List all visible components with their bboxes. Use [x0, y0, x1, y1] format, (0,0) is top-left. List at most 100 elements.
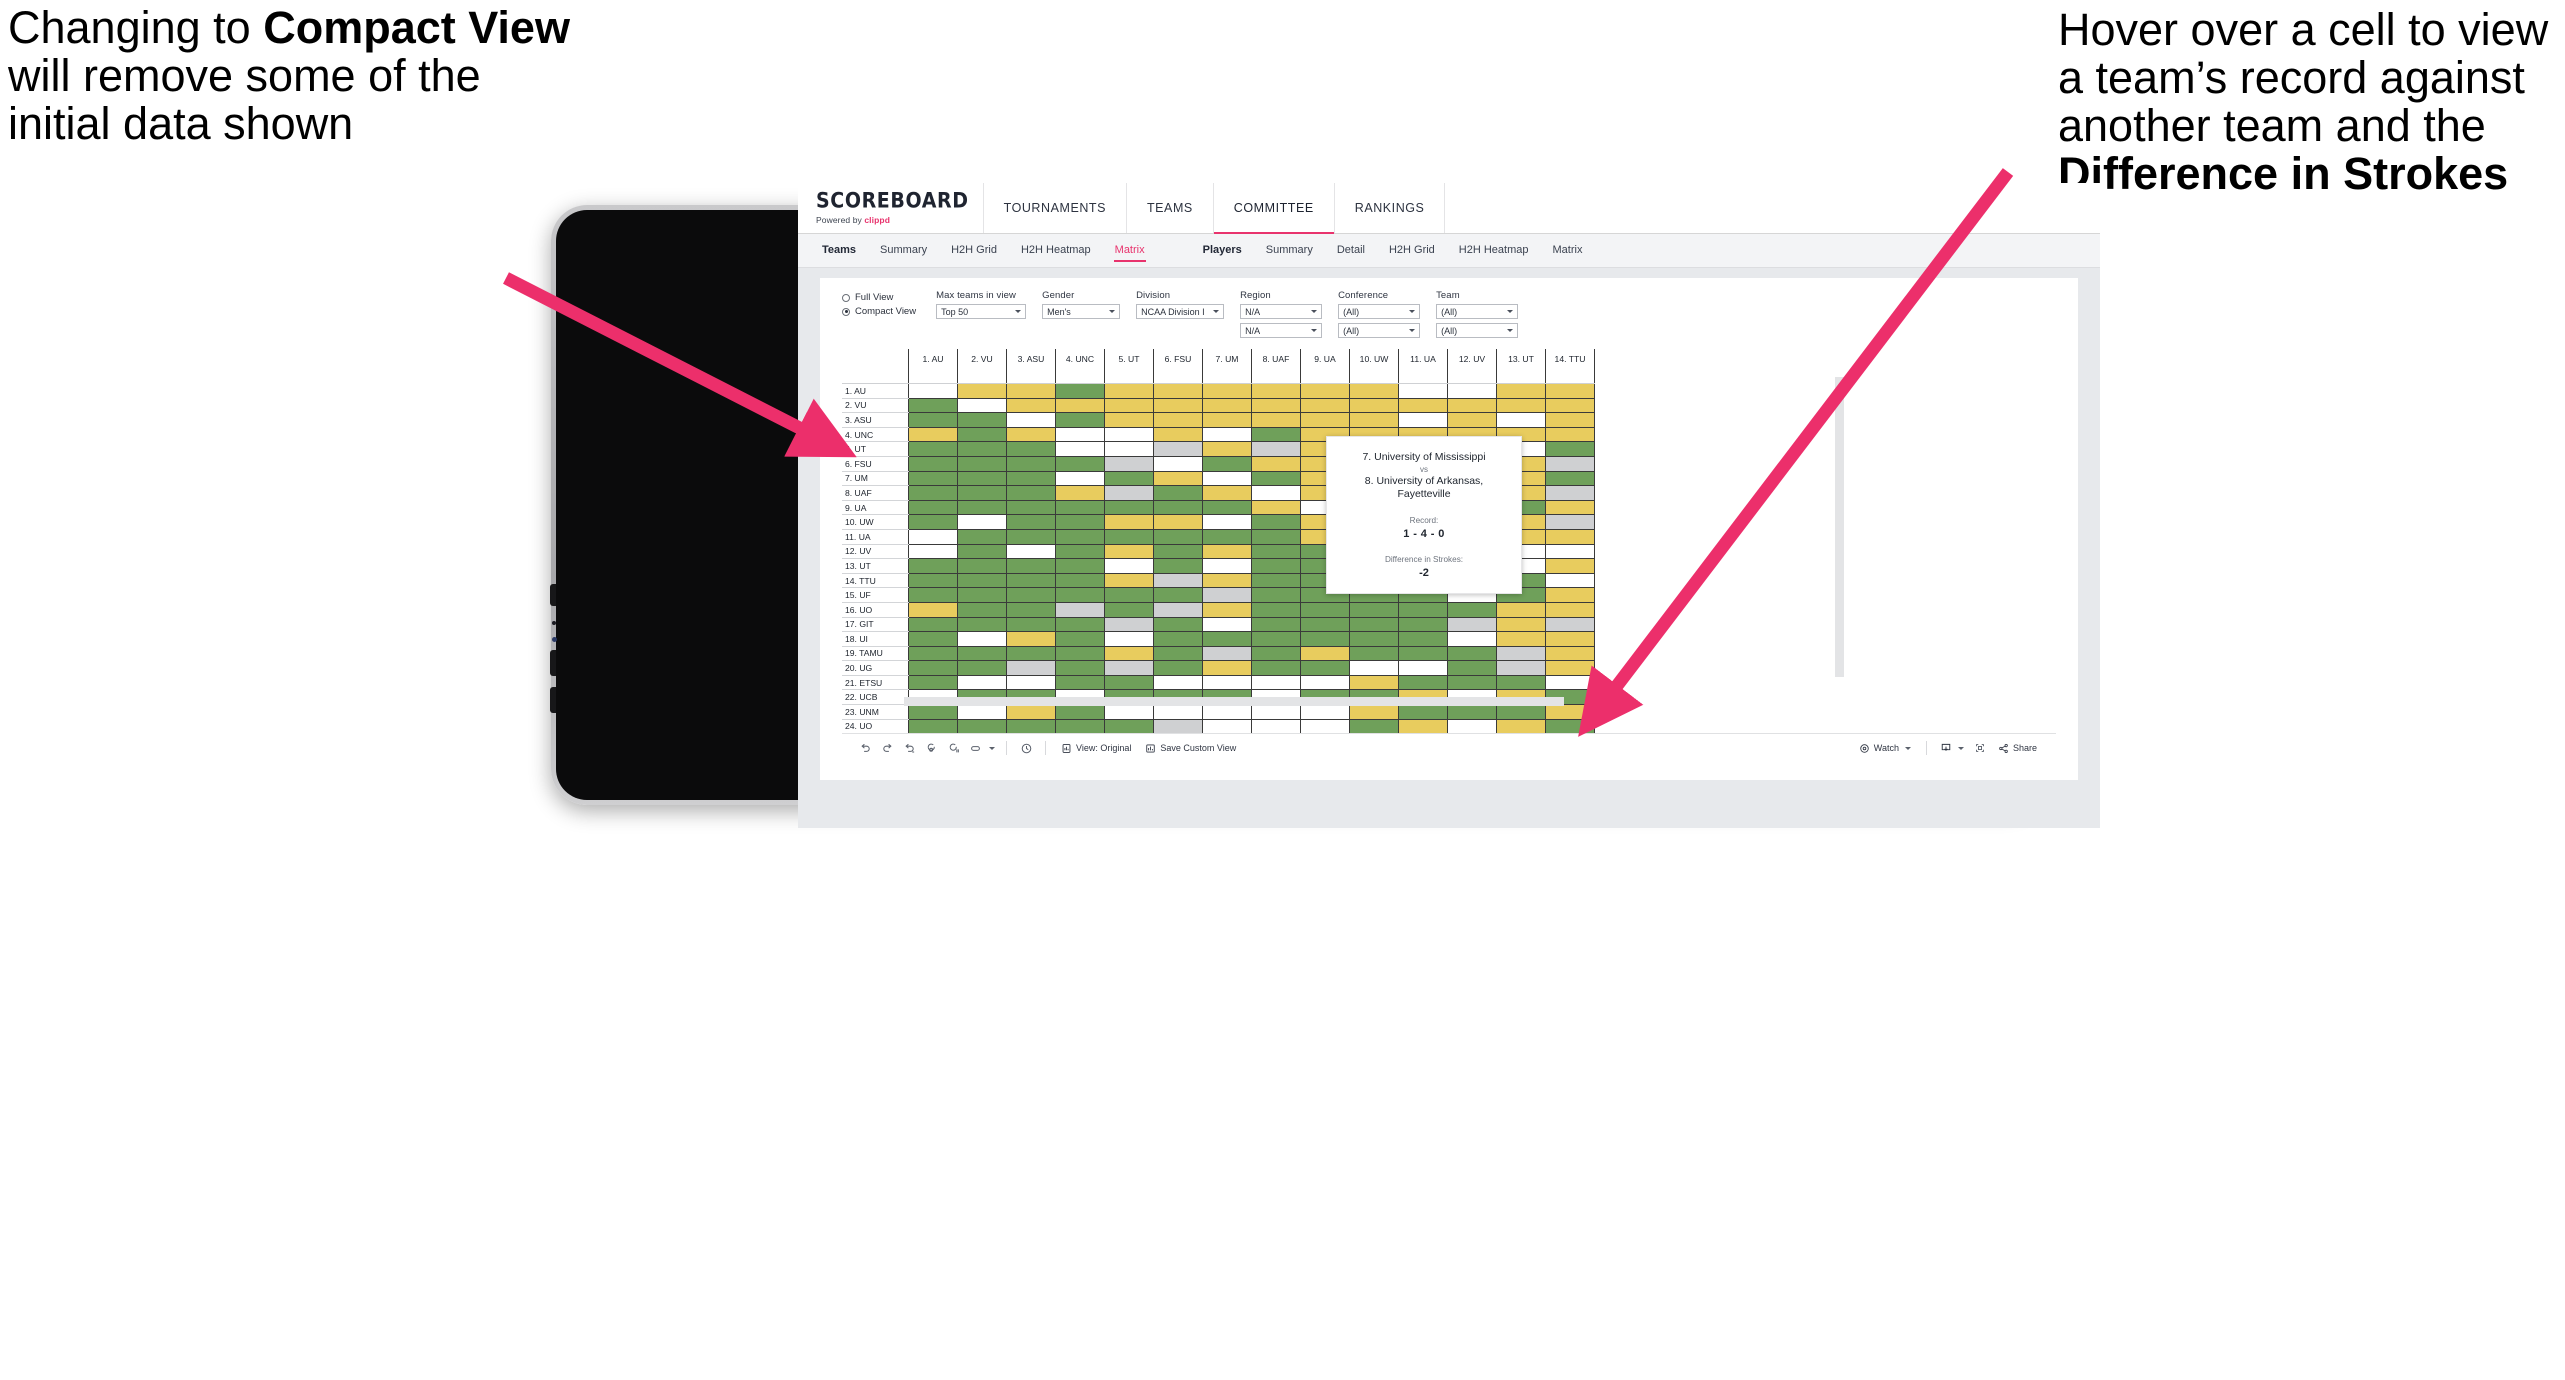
matrix-cell[interactable]: [1545, 704, 1595, 720]
division-select[interactable]: NCAA Division I: [1136, 304, 1225, 319]
matrix-cell[interactable]: [1251, 383, 1301, 399]
conference-select-2[interactable]: (All): [1338, 323, 1421, 338]
matrix-cell[interactable]: [908, 398, 958, 414]
clock-icon[interactable]: [1015, 738, 1037, 758]
matrix-cell[interactable]: [957, 441, 1007, 457]
matrix-row-header[interactable]: 17. GIT: [842, 617, 909, 633]
matrix-row-header[interactable]: 12. UV: [842, 544, 909, 560]
matrix-cell[interactable]: [1545, 427, 1595, 443]
matrix-cell[interactable]: [1006, 441, 1056, 457]
matrix-cell[interactable]: [1202, 500, 1252, 516]
matrix-cell[interactable]: [1545, 441, 1595, 457]
matrix-cell[interactable]: [1251, 617, 1301, 633]
matrix-cell[interactable]: [1104, 631, 1154, 647]
matrix-cell[interactable]: [1202, 631, 1252, 647]
matrix-cell[interactable]: [1153, 514, 1203, 530]
matrix-row-header[interactable]: 19. TAMU: [842, 646, 909, 662]
matrix-cell[interactable]: [1006, 500, 1056, 516]
matrix-cell[interactable]: [1545, 558, 1595, 574]
matrix-cell[interactable]: [1496, 675, 1546, 691]
matrix-cell[interactable]: [1202, 719, 1252, 735]
matrix-row-header[interactable]: 20. UG: [842, 660, 909, 676]
matrix-cell[interactable]: [1104, 660, 1154, 676]
matrix-cell[interactable]: [957, 558, 1007, 574]
matrix-cell[interactable]: [1251, 500, 1301, 516]
matrix-cell[interactable]: [1300, 398, 1350, 414]
matrix-cell[interactable]: [908, 602, 958, 618]
matrix-cell[interactable]: [1349, 704, 1399, 720]
matrix-cell[interactable]: [1055, 412, 1105, 428]
matrix-cell[interactable]: [1104, 412, 1154, 428]
matrix-cell[interactable]: [908, 617, 958, 633]
matrix-cell[interactable]: [1104, 573, 1154, 589]
matrix-cell[interactable]: [1006, 587, 1056, 603]
matrix-cell[interactable]: [1202, 514, 1252, 530]
matrix-cell[interactable]: [1251, 398, 1301, 414]
matrix-cell[interactable]: [1104, 471, 1154, 487]
matrix-cell[interactable]: [1349, 602, 1399, 618]
sub-tab-teams-matrix[interactable]: Matrix: [1103, 238, 1157, 263]
top-nav-item-teams[interactable]: TEAMS: [1125, 183, 1213, 233]
matrix-cell[interactable]: [1202, 544, 1252, 560]
matrix-cell[interactable]: [1153, 617, 1203, 633]
matrix-cell[interactable]: [1104, 558, 1154, 574]
matrix-cell[interactable]: [1349, 617, 1399, 633]
matrix-cell[interactable]: [1447, 675, 1497, 691]
matrix-cell[interactable]: [1104, 617, 1154, 633]
matrix-cell[interactable]: [908, 529, 958, 545]
matrix-cell[interactable]: [1104, 383, 1154, 399]
matrix-cell[interactable]: [1202, 471, 1252, 487]
matrix-cell[interactable]: [1251, 602, 1301, 618]
matrix-cell[interactable]: [1055, 675, 1105, 691]
matrix-cell[interactable]: [1300, 383, 1350, 399]
download-button[interactable]: [1935, 738, 1969, 758]
matrix-cell[interactable]: [1349, 412, 1399, 428]
matrix-cell[interactable]: [1055, 398, 1105, 414]
matrix-cell[interactable]: [1006, 660, 1056, 676]
matrix-cell[interactable]: [1349, 631, 1399, 647]
matrix-cell[interactable]: [1447, 602, 1497, 618]
matrix-cell[interactable]: [957, 427, 1007, 443]
matrix-cell[interactable]: [957, 471, 1007, 487]
matrix-cell[interactable]: [1300, 719, 1350, 735]
matrix-cell[interactable]: [1496, 383, 1546, 399]
matrix-cell[interactable]: [1104, 514, 1154, 530]
matrix-cell[interactable]: [1006, 427, 1056, 443]
matrix-cell[interactable]: [1398, 383, 1448, 399]
matrix-cell[interactable]: [1349, 646, 1399, 662]
matrix-cell[interactable]: [1104, 500, 1154, 516]
matrix-cell[interactable]: [1006, 398, 1056, 414]
matrix-cell[interactable]: [1545, 412, 1595, 428]
matrix-cell[interactable]: [1349, 719, 1399, 735]
matrix-cell[interactable]: [1006, 617, 1056, 633]
sub-tab-players-summary[interactable]: Summary: [1254, 238, 1325, 263]
matrix-column-header[interactable]: 8. UAF: [1251, 349, 1301, 384]
matrix-cell[interactable]: [1545, 646, 1595, 662]
matrix-cell[interactable]: [1153, 587, 1203, 603]
matrix-cell[interactable]: [1055, 617, 1105, 633]
matrix-column-header[interactable]: 10. UW: [1349, 349, 1399, 384]
matrix-cell[interactable]: [1545, 514, 1595, 530]
radio-full-view[interactable]: Full View: [842, 292, 916, 303]
matrix-cell[interactable]: [908, 383, 958, 399]
matrix-cell[interactable]: [908, 660, 958, 676]
matrix-cell[interactable]: [1398, 412, 1448, 428]
brand-logo[interactable]: SCOREBOARD Powered by clippd: [798, 183, 983, 233]
matrix-cell[interactable]: [1496, 719, 1546, 735]
matrix-cell[interactable]: [957, 514, 1007, 530]
matrix-cell[interactable]: [1251, 456, 1301, 472]
matrix-cell[interactable]: [1006, 485, 1056, 501]
matrix-cell[interactable]: [957, 398, 1007, 414]
matrix-cell[interactable]: [1545, 660, 1595, 676]
matrix-cell[interactable]: [1104, 544, 1154, 560]
matrix-row-header[interactable]: 14. TTU: [842, 573, 909, 589]
matrix-cell[interactable]: [1055, 704, 1105, 720]
matrix-cell[interactable]: [1202, 587, 1252, 603]
matrix-cell[interactable]: [1055, 500, 1105, 516]
matrix-cell[interactable]: [1545, 398, 1595, 414]
matrix-cell[interactable]: [908, 587, 958, 603]
matrix-cell[interactable]: [1104, 441, 1154, 457]
matrix-cell[interactable]: [1398, 719, 1448, 735]
matrix-cell[interactable]: [1496, 646, 1546, 662]
matrix-cell[interactable]: [908, 456, 958, 472]
